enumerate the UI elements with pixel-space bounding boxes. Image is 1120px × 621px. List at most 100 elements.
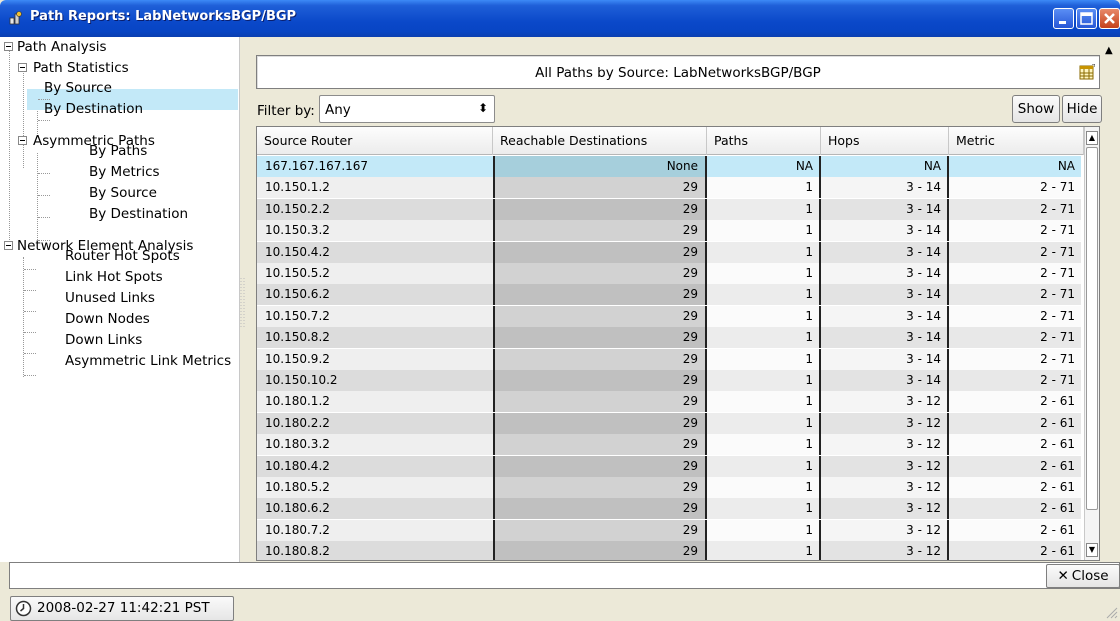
scroll-down-icon[interactable]: ▼ [1086, 543, 1098, 557]
cell-hops: 3 - 12 [821, 391, 949, 413]
cell-hops: 3 - 14 [821, 241, 949, 263]
tree-node-label: Unused Links [65, 290, 155, 306]
cell-source-router: 10.150.9.2 [257, 348, 493, 370]
cell-hops: 3 - 14 [821, 198, 949, 220]
cell-paths: 1 [707, 284, 821, 306]
filter-select[interactable]: Any ⬍ [319, 95, 495, 123]
close-button[interactable]: ✕ Close [1046, 564, 1120, 588]
app-icon [9, 11, 22, 25]
hide-button[interactable]: Hide [1062, 95, 1102, 123]
column-header-source-router[interactable]: Source Router [257, 127, 493, 155]
table-row[interactable]: 10.180.6.2 29 1 3 - 12 2 - 61 [257, 498, 1097, 520]
column-header-metric[interactable]: Metric [949, 127, 1084, 155]
clock-icon [15, 600, 32, 617]
column-header-reachable-destinations[interactable]: Reachable Destinations [493, 127, 707, 155]
title-bar[interactable]: Path Reports: LabNetworksBGP/BGP [0, 0, 1120, 37]
cell-paths: 1 [707, 477, 821, 498]
cell-paths: 1 [707, 220, 821, 242]
tree-node-label: By Source [44, 80, 112, 96]
cell-metric: 2 - 71 [949, 327, 1081, 349]
cell-reachable-destinations: None [493, 156, 707, 177]
table-row[interactable]: 10.180.2.2 29 1 3 - 12 2 - 61 [257, 412, 1097, 434]
cell-paths: 1 [707, 263, 821, 284]
table-config-icon[interactable] [1079, 64, 1095, 80]
table-row[interactable]: 10.180.5.2 29 1 3 - 12 2 - 61 [257, 477, 1097, 498]
cell-hops: NA [821, 156, 949, 177]
tree-node-label: Router Hot Spots [65, 248, 180, 264]
timestamp-badge: 2008-02-27 11:42:21 PST [10, 596, 234, 621]
cell-hops: 3 - 12 [821, 434, 949, 456]
cell-metric: 2 - 61 [949, 412, 1081, 434]
collapse-icon[interactable] [4, 42, 13, 51]
scrollbar-thumb[interactable] [1086, 147, 1098, 510]
tree-connector [24, 269, 36, 270]
maximize-icon [1080, 12, 1093, 25]
cell-reachable-destinations: 29 [493, 348, 707, 370]
resize-grip-icon[interactable] [1104, 605, 1118, 619]
tree-connector [38, 217, 50, 218]
table-row[interactable]: 10.150.6.2 29 1 3 - 14 2 - 71 [257, 284, 1097, 306]
cell-reachable-destinations: 29 [493, 370, 707, 391]
cell-source-router: 10.180.1.2 [257, 391, 493, 413]
table-row[interactable]: 10.180.1.2 29 1 3 - 12 2 - 61 [257, 391, 1097, 413]
cell-hops: 3 - 14 [821, 177, 949, 199]
minimize-button[interactable] [1053, 8, 1074, 29]
table-row[interactable]: 10.180.8.2 29 1 3 - 12 2 - 61 [257, 541, 1097, 560]
collapse-icon[interactable] [18, 63, 27, 72]
report-header: All Paths by Source: LabNetworksBGP/BGP [256, 55, 1100, 89]
tree-node-label: By Destination [89, 206, 189, 222]
column-header-hops[interactable]: Hops [821, 127, 949, 155]
report-panel: All Paths by Source: LabNetworksBGP/BGP … [247, 37, 1120, 562]
column-header-paths[interactable]: Paths [707, 127, 821, 155]
show-button[interactable]: Show [1012, 95, 1060, 123]
cell-paths: 1 [707, 305, 821, 327]
cell-reachable-destinations: 29 [493, 198, 707, 220]
table-row[interactable]: 10.180.4.2 29 1 3 - 12 2 - 61 [257, 455, 1097, 477]
tree-connector [23, 257, 24, 377]
tree-connector [9, 47, 10, 242]
table-row[interactable]: 10.150.5.2 29 1 3 - 14 2 - 71 [257, 263, 1097, 284]
table-row[interactable]: 10.150.3.2 29 1 3 - 14 2 - 71 [257, 220, 1097, 242]
collapse-icon[interactable] [18, 136, 27, 145]
table-row[interactable]: 10.180.7.2 29 1 3 - 12 2 - 61 [257, 519, 1097, 541]
cell-source-router: 10.180.6.2 [257, 498, 493, 520]
table-row[interactable]: 167.167.167.167 None NA NA NA [257, 156, 1097, 177]
cell-paths: 1 [707, 498, 821, 520]
cell-hops: 3 - 12 [821, 541, 949, 560]
filter-label: Filter by: [257, 103, 315, 119]
scroll-up-icon[interactable]: ▲ [1086, 131, 1098, 145]
tree-connector [24, 290, 36, 291]
paths-table[interactable]: Source Router Reachable Destinations Pat… [256, 126, 1100, 561]
collapse-icon[interactable] [4, 241, 13, 250]
table-row[interactable]: 10.150.10.2 29 1 3 - 14 2 - 71 [257, 370, 1097, 391]
tree-node-path-analysis[interactable]: Path Analysis [4, 37, 107, 58]
table-row[interactable]: 10.150.9.2 29 1 3 - 14 2 - 71 [257, 348, 1097, 370]
report-tree[interactable]: Path Analysis Path Statistics By Source … [0, 37, 240, 562]
table-row[interactable]: 10.180.3.2 29 1 3 - 12 2 - 61 [257, 434, 1097, 456]
cell-reachable-destinations: 29 [493, 498, 707, 520]
tree-node-path-statistics[interactable]: Path Statistics [18, 58, 129, 79]
tree-node-label: Asymmetric Link Metrics [65, 353, 232, 369]
scroll-up-icon[interactable]: ▲ [1105, 45, 1113, 56]
table-vertical-scrollbar[interactable]: ▲ ▼ [1084, 127, 1099, 560]
panel-vertical-scrollbar[interactable]: ▲ [1103, 45, 1120, 550]
report-title: All Paths by Source: LabNetworksBGP/BGP [535, 65, 821, 81]
tree-node-label: Down Nodes [65, 311, 150, 327]
window-close-button[interactable] [1099, 8, 1120, 29]
cell-source-router: 10.180.2.2 [257, 412, 493, 434]
table-row[interactable]: 10.150.4.2 29 1 3 - 14 2 - 71 [257, 241, 1097, 263]
tree-node-label: Down Links [65, 332, 143, 348]
filter-value: Any [325, 102, 351, 118]
table-row[interactable]: 10.150.2.2 29 1 3 - 14 2 - 71 [257, 198, 1097, 220]
table-row[interactable]: 10.150.8.2 29 1 3 - 14 2 - 71 [257, 327, 1097, 349]
cell-reachable-destinations: 29 [493, 412, 707, 434]
cell-metric: 2 - 71 [949, 177, 1081, 199]
cell-source-router: 10.180.8.2 [257, 541, 493, 560]
splitter-handle[interactable] [240, 278, 246, 328]
cell-hops: 3 - 12 [821, 412, 949, 434]
tree-connector [38, 173, 50, 174]
maximize-button[interactable] [1076, 8, 1097, 29]
table-row[interactable]: 10.150.7.2 29 1 3 - 14 2 - 71 [257, 305, 1097, 327]
cell-metric: 2 - 71 [949, 348, 1081, 370]
table-row[interactable]: 10.150.1.2 29 1 3 - 14 2 - 71 [257, 177, 1097, 199]
